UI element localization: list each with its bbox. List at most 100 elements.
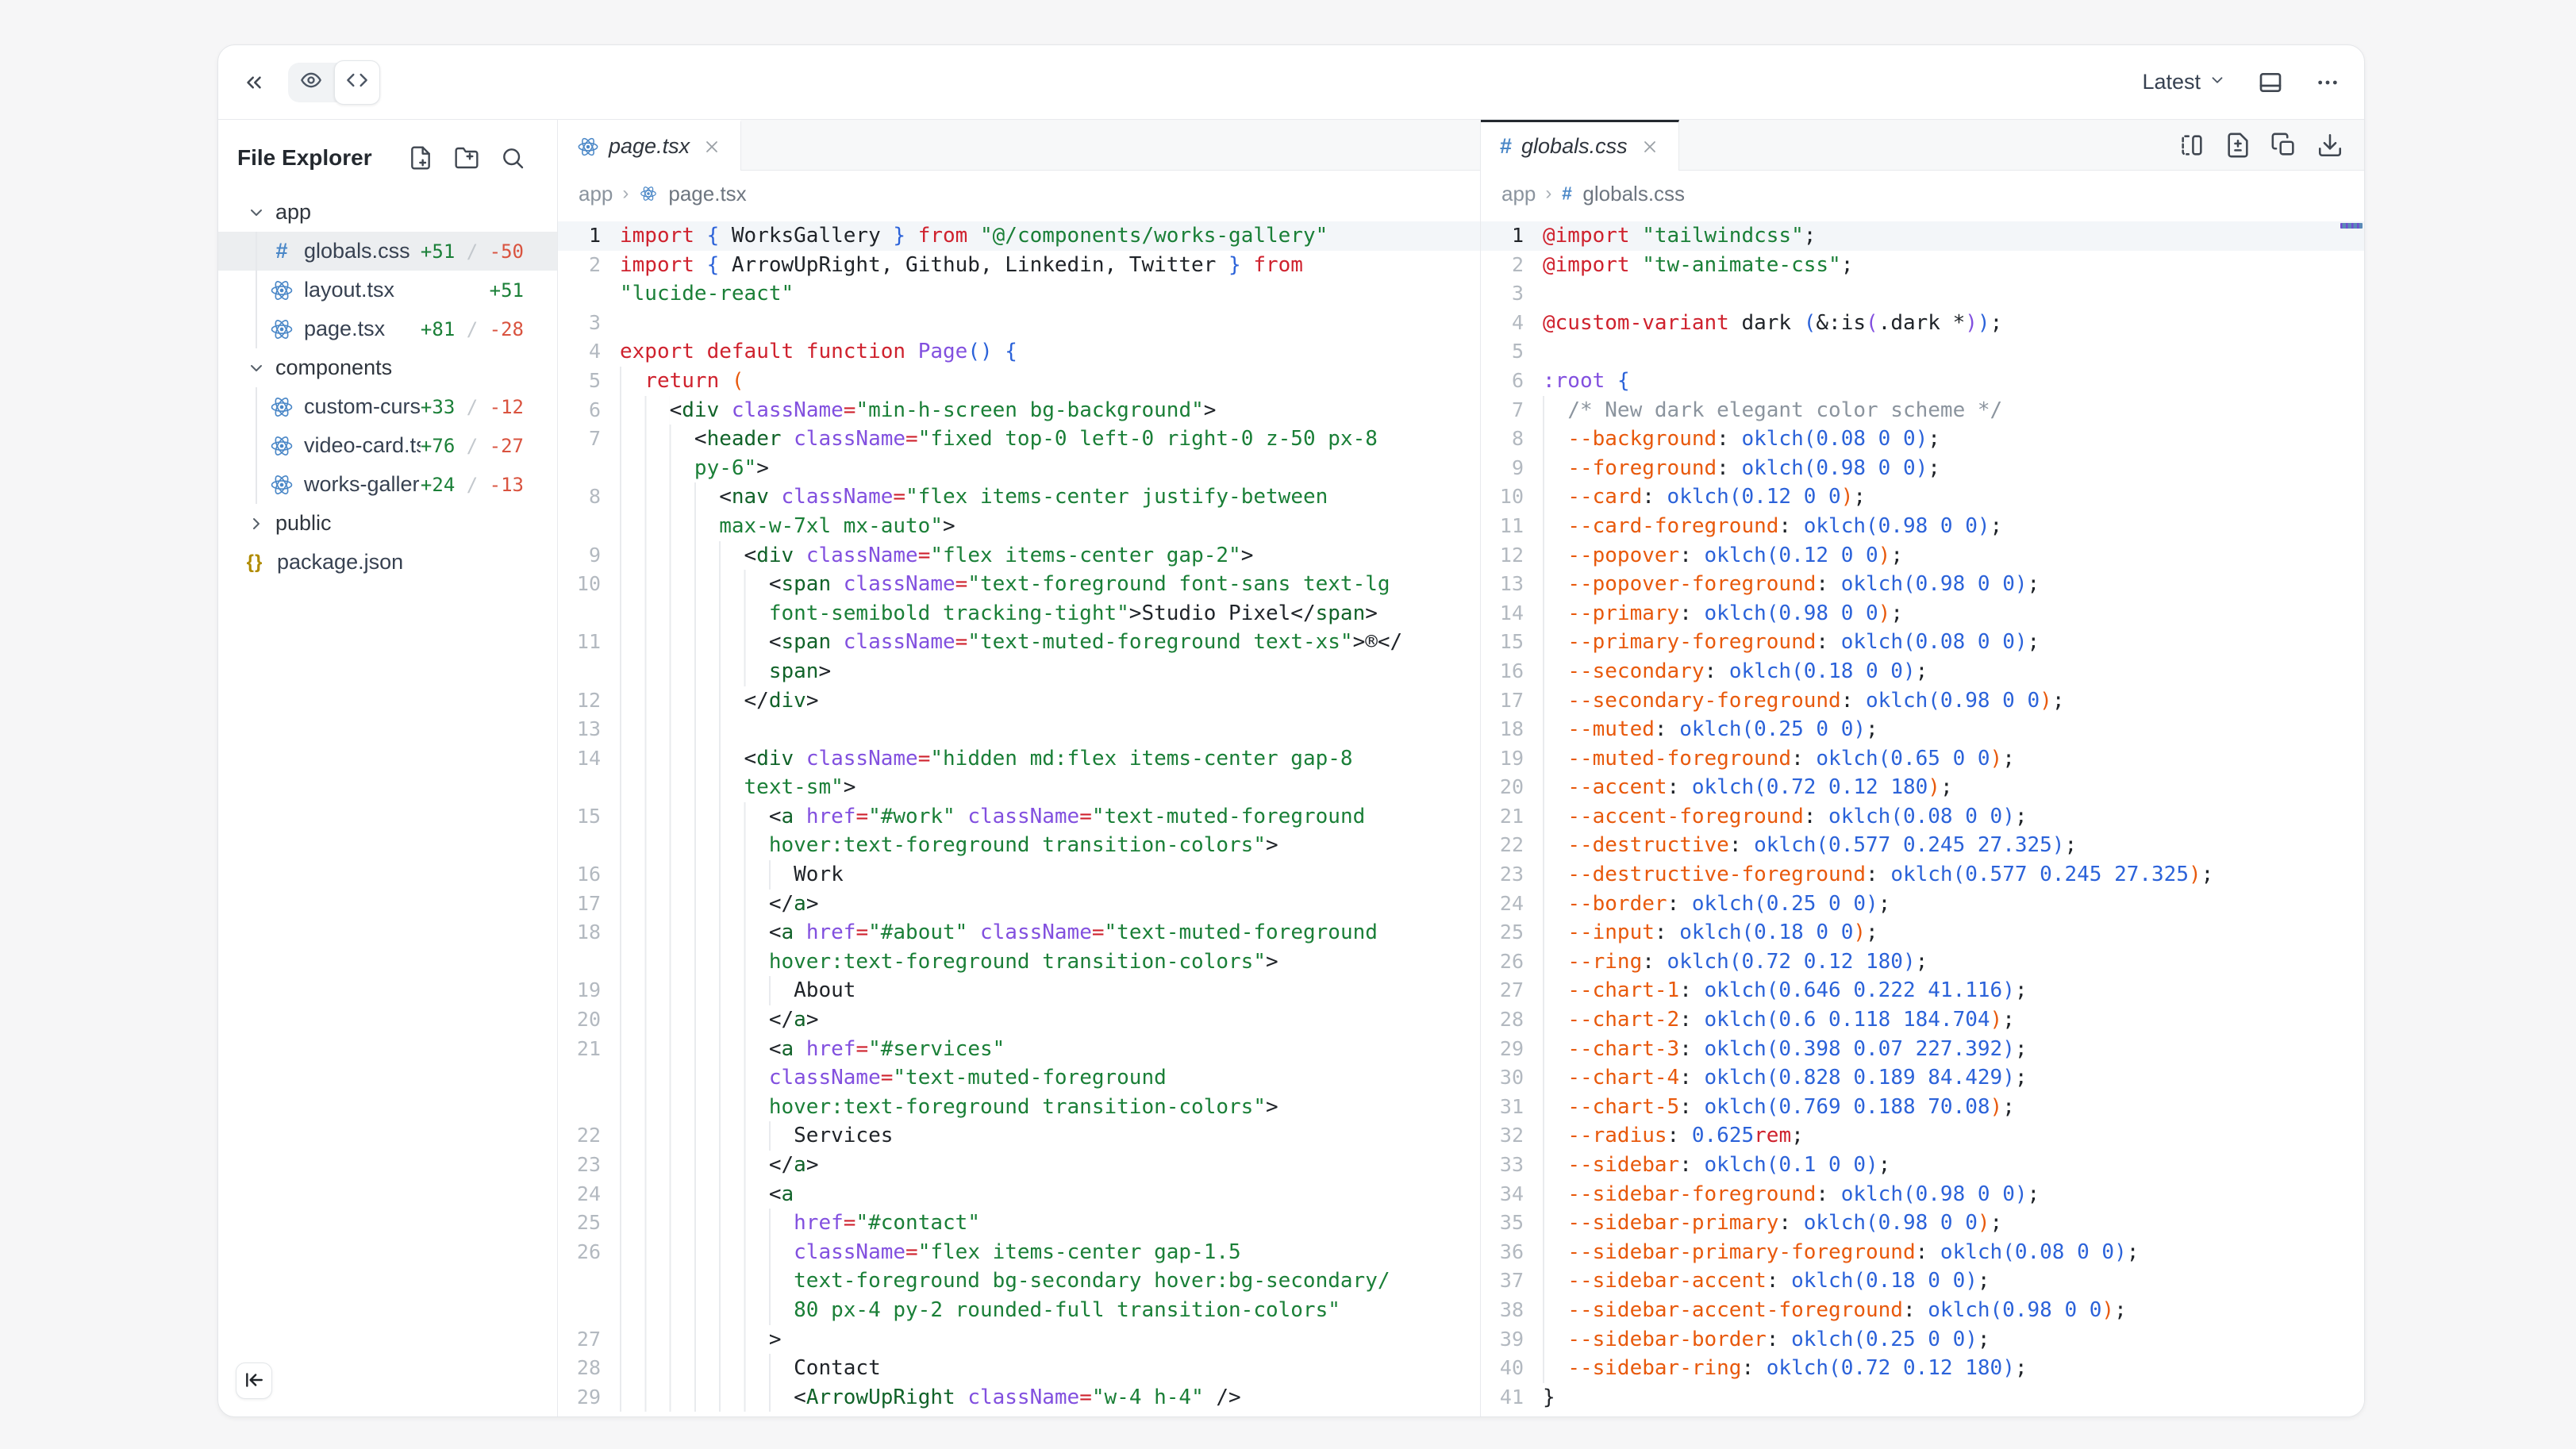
code-line: 16 Work xyxy=(558,860,1480,890)
split-diff-button[interactable] xyxy=(2178,132,2205,159)
code-line: 38 --sidebar-accent-foreground: oklch(0.… xyxy=(1481,1296,2364,1325)
line-number: 23 xyxy=(1481,860,1527,890)
code-line: 7 /* New dark elegant color scheme */ xyxy=(1481,396,2364,425)
line-number: 30 xyxy=(1481,1063,1527,1093)
file-diff-button[interactable] xyxy=(2224,132,2251,159)
code-line: 15 --primary-foreground: oklch(0.08 0 0)… xyxy=(1481,628,2364,657)
breadcrumb-folder[interactable]: app xyxy=(1501,182,1536,206)
search-files-button[interactable] xyxy=(500,145,525,171)
close-icon[interactable] xyxy=(702,137,721,156)
chevron-right-icon xyxy=(247,513,267,534)
breadcrumb-folder[interactable]: app xyxy=(579,182,613,206)
collapse-panel-button[interactable] xyxy=(242,71,266,94)
diff-stats: +33 / -12 xyxy=(421,396,557,418)
tab-globals-css[interactable]: # globals.css xyxy=(1481,120,1679,171)
code-line: 5 xyxy=(1481,337,2364,367)
code-line: hover:text-foreground transition-colors"… xyxy=(558,947,1480,977)
code-line: 12 --popover: oklch(0.12 0 0); xyxy=(1481,541,2364,571)
line-number: 7 xyxy=(1481,396,1527,425)
code-line: 41} xyxy=(1481,1383,2364,1412)
tree-file-custom-curs-[interactable]: custom-curs…+33 / -12 xyxy=(218,387,557,426)
line-number: 10 xyxy=(558,570,604,599)
line-number: 2 xyxy=(1481,251,1527,280)
code-line: 36 --sidebar-primary-foreground: oklch(0… xyxy=(1481,1238,2364,1267)
tree-file-package.json[interactable]: {}package.json xyxy=(218,543,557,582)
line-number: 13 xyxy=(558,715,604,744)
code-line: 14 <div className="hidden md:flex items-… xyxy=(558,744,1480,774)
breadcrumb-separator: › xyxy=(622,183,629,205)
line-number: 12 xyxy=(558,686,604,716)
code-line: 1@import "tailwindcss"; xyxy=(1481,221,2364,251)
tree-file-layout.tsx[interactable]: layout.tsx+51 xyxy=(218,271,557,309)
code-line: max-w-7xl mx-auto"> xyxy=(558,512,1480,541)
code-line: 40 --sidebar-ring: oklch(0.72 0.12 180); xyxy=(1481,1354,2364,1383)
code-line: 10 --card: oklch(0.12 0 0); xyxy=(1481,482,2364,512)
file-name: package.json xyxy=(277,550,403,575)
tree-folder-public[interactable]: public xyxy=(218,504,557,543)
line-number: 6 xyxy=(1481,367,1527,396)
line-number: 16 xyxy=(558,860,604,890)
tree-file-globals.css[interactable]: #globals.css+51 / -50 xyxy=(218,232,557,271)
breadcrumb-file[interactable]: globals.css xyxy=(1582,182,1685,206)
line-number: 38 xyxy=(1481,1296,1527,1325)
react-icon xyxy=(269,473,294,497)
diff-stats: +81 / -28 xyxy=(421,318,557,340)
diff-split-icon xyxy=(2178,132,2205,159)
new-folder-button[interactable] xyxy=(454,145,479,171)
react-icon xyxy=(269,395,294,419)
line-number: 22 xyxy=(558,1121,604,1151)
code-line: 9 <div className="flex items-center gap-… xyxy=(558,541,1480,571)
new-file-button[interactable] xyxy=(408,145,433,171)
tree-file-works-galler-[interactable]: works-galler…+24 / -13 xyxy=(218,465,557,504)
file-name: public xyxy=(275,511,332,536)
line-number: 32 xyxy=(1481,1121,1527,1151)
line-number: 17 xyxy=(558,890,604,919)
diff-stats: +51 xyxy=(490,279,557,302)
more-options-button[interactable] xyxy=(2315,70,2340,95)
code-line: 19 --muted-foreground: oklch(0.65 0 0); xyxy=(1481,744,2364,774)
code-line: 15 <a href="#work" className="text-muted… xyxy=(558,802,1480,832)
diff-stats: +24 / -13 xyxy=(421,474,557,496)
line-number: 24 xyxy=(1481,890,1527,919)
code-line: 10 <span className="text-foreground font… xyxy=(558,570,1480,599)
file-diff-icon xyxy=(2224,132,2251,159)
breadcrumb-file[interactable]: page.tsx xyxy=(668,182,746,206)
line-number: 39 xyxy=(1481,1325,1527,1355)
code-actions xyxy=(2178,120,2364,170)
code-line: 19 About xyxy=(558,976,1480,1005)
line-number: 6 xyxy=(558,396,604,425)
copy-code-button[interactable] xyxy=(2270,132,2297,159)
line-number: 41 xyxy=(1481,1383,1527,1412)
panel-layout-button[interactable] xyxy=(2258,70,2283,95)
line-number xyxy=(558,454,604,483)
tree-file-page.tsx[interactable]: page.tsx+81 / -28 xyxy=(218,309,557,348)
code-line: 18 <a href="#about" className="text-mute… xyxy=(558,918,1480,947)
code-line: 8 <nav className="flex items-center just… xyxy=(558,482,1480,512)
file-name: video-card.tsx xyxy=(304,433,421,458)
download-button[interactable] xyxy=(2316,132,2343,159)
code-line: 8 --background: oklch(0.08 0 0); xyxy=(1481,425,2364,454)
line-number: 25 xyxy=(558,1209,604,1238)
scroll-indicator[interactable] xyxy=(2340,223,2363,229)
collapse-sidebar-button[interactable] xyxy=(236,1363,272,1399)
line-number: 28 xyxy=(558,1354,604,1383)
line-number: 15 xyxy=(1481,628,1527,657)
code-line: 1import { WorksGallery } from "@/compone… xyxy=(558,221,1480,251)
code-line: font-semibold tracking-tight">Studio Pix… xyxy=(558,599,1480,628)
close-icon[interactable] xyxy=(1640,137,1659,156)
tree-file-video-card.tsx[interactable]: video-card.tsx+76 / -27 xyxy=(218,426,557,465)
tree-folder-app[interactable]: app xyxy=(218,193,557,232)
app-window: Latest xyxy=(0,0,2576,1449)
code-line: 11 --card-foreground: oklch(0.98 0 0); xyxy=(1481,512,2364,541)
right-tabstrip: # globals.css xyxy=(1481,120,2364,171)
tab-page-tsx[interactable]: page.tsx xyxy=(558,120,741,171)
line-number: 40 xyxy=(1481,1354,1527,1383)
version-dropdown[interactable]: Latest xyxy=(2142,70,2226,94)
line-number: 37 xyxy=(1481,1266,1527,1296)
preview-toggle[interactable] xyxy=(288,63,334,102)
left-tabstrip: page.tsx xyxy=(558,120,1480,171)
line-number xyxy=(558,831,604,860)
view-mode-toggle xyxy=(288,63,380,102)
tree-folder-components[interactable]: components xyxy=(218,348,557,387)
code-toggle[interactable] xyxy=(334,60,380,105)
